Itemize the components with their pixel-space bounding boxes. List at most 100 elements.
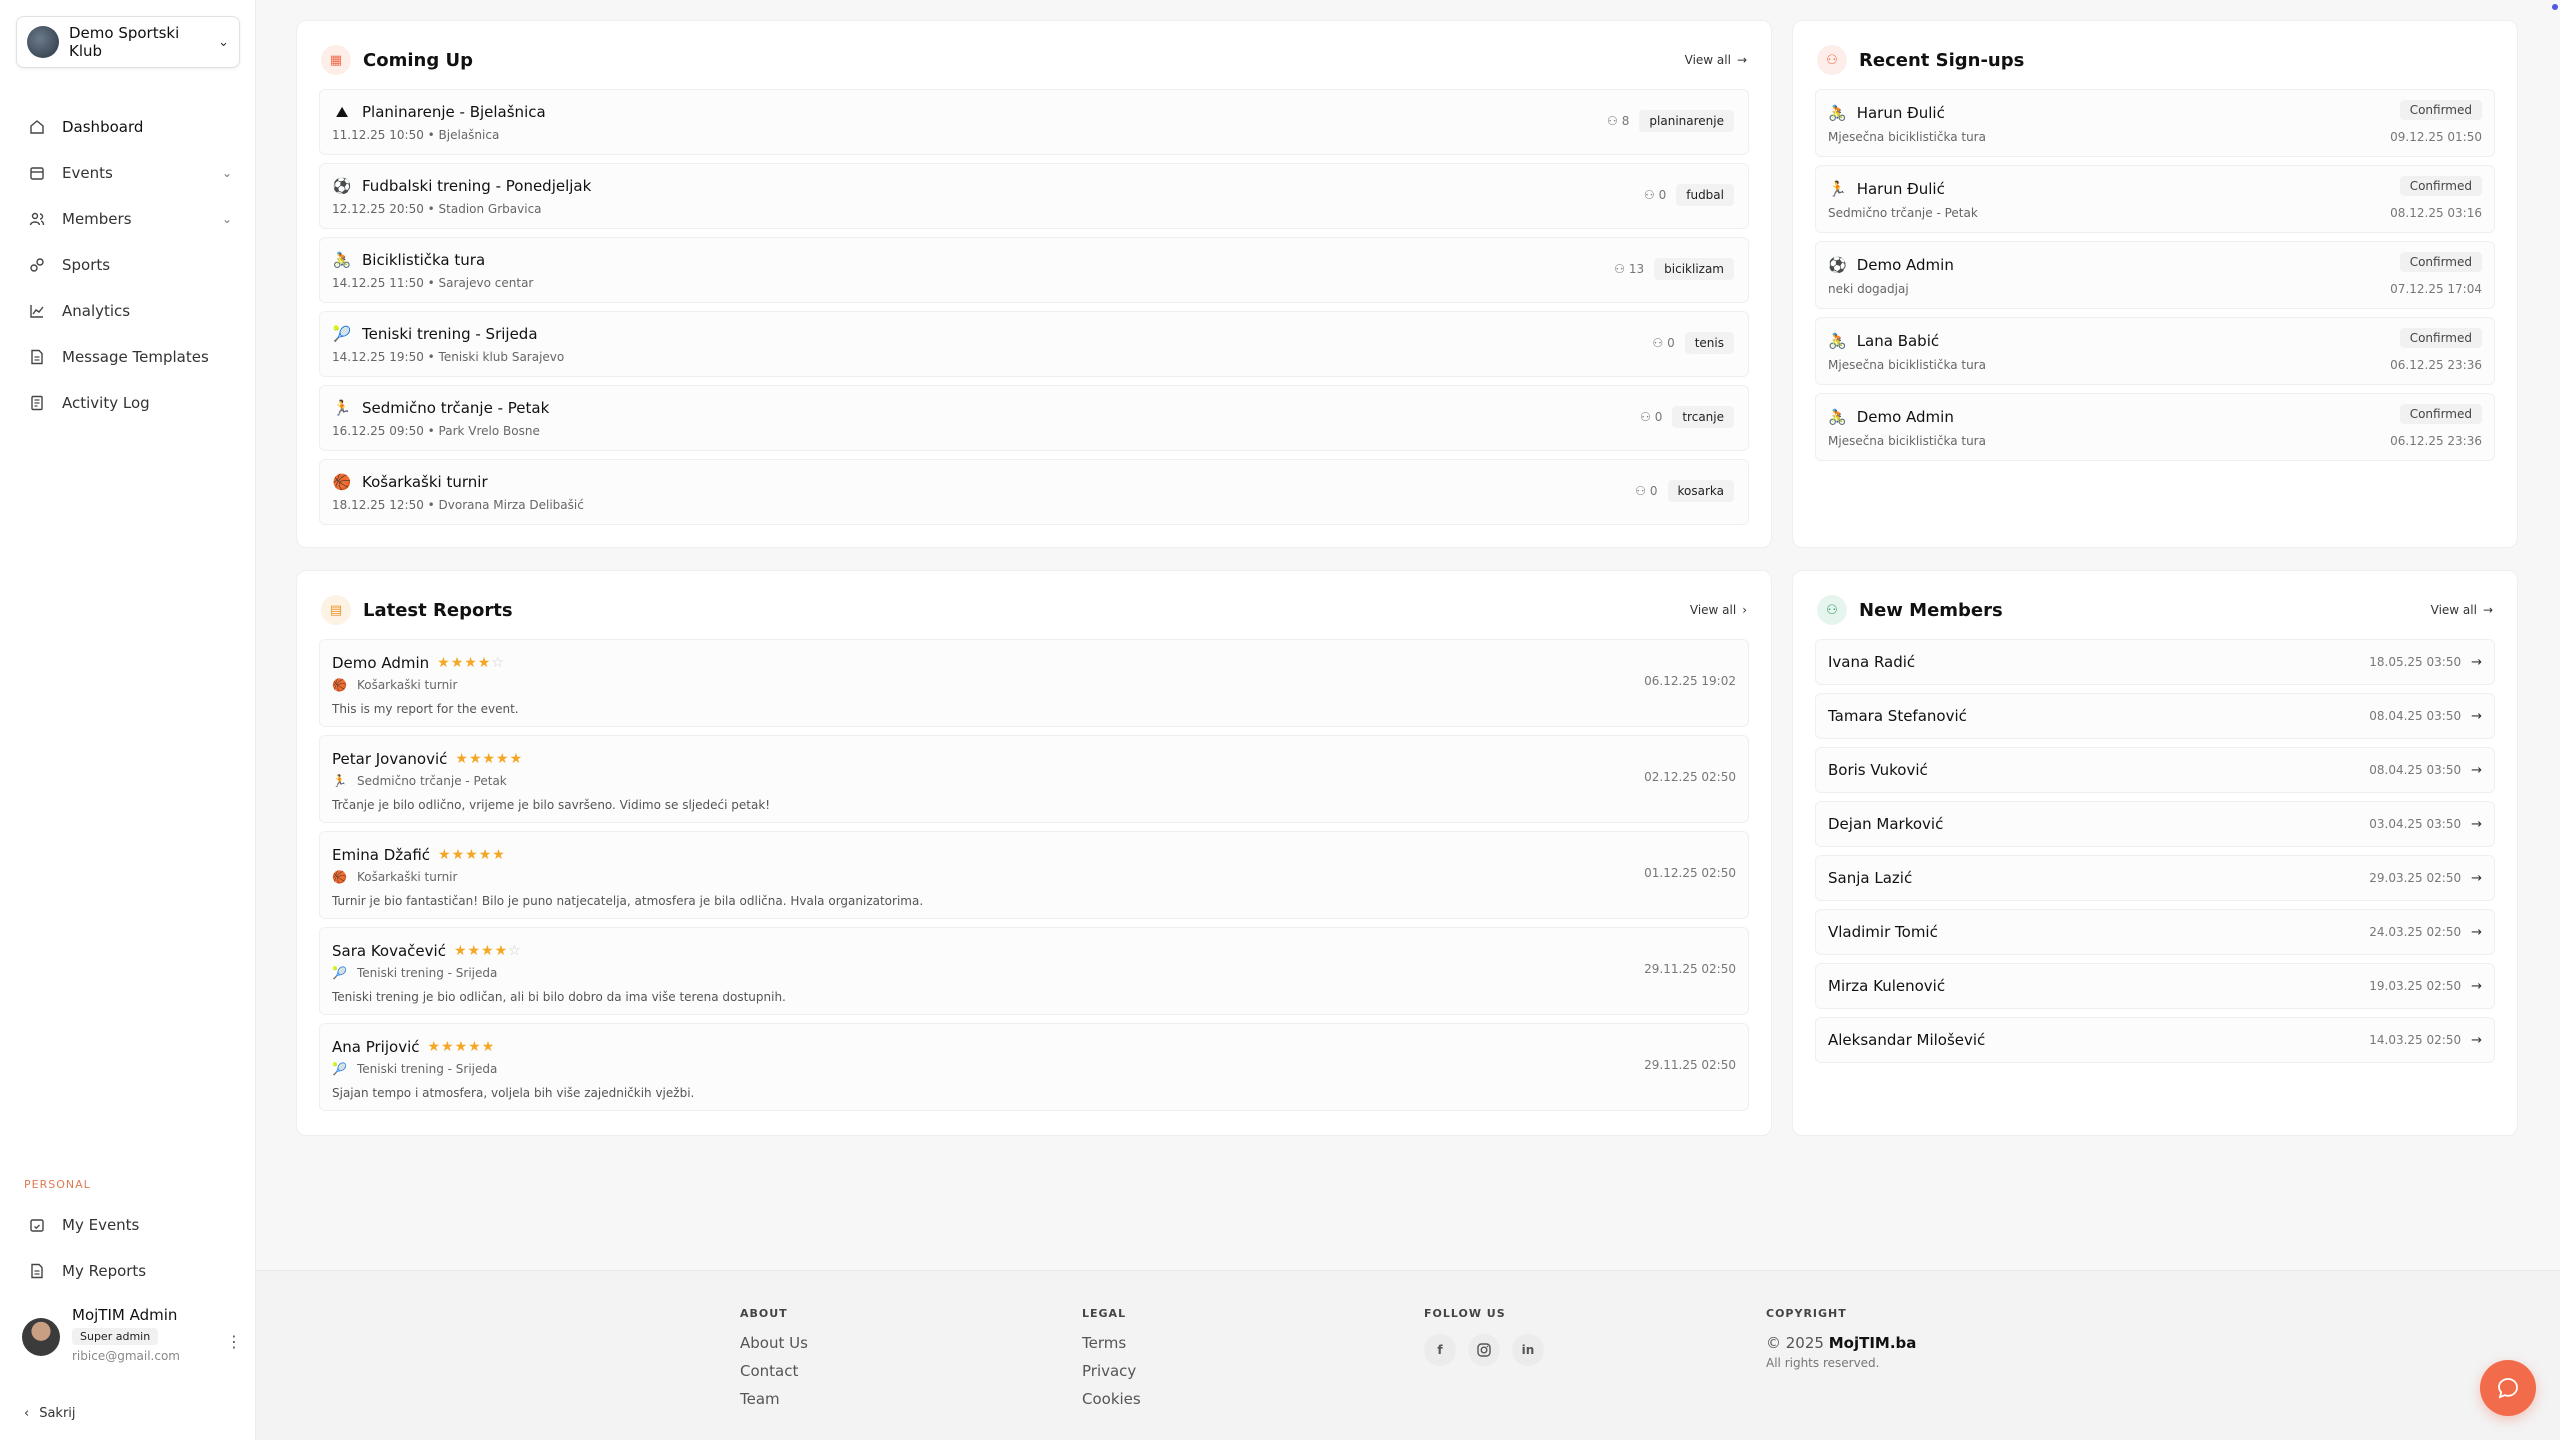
view-all-link[interactable]: View all →: [2431, 603, 2493, 617]
chevron-down-icon[interactable]: ⌄: [222, 212, 240, 226]
main-nav: Dashboard Events ⌄ Members ⌄ Sports Anal…: [16, 104, 240, 426]
view-all-link[interactable]: View all →: [1685, 53, 1747, 67]
member-name: Vladimir Tomić: [1828, 923, 1938, 941]
chat-bubble-icon: [2498, 1378, 2518, 1399]
arrow-right-icon: →: [2471, 978, 2482, 994]
member-row[interactable]: Tamara Stefanović 08.04.25 03:50 →: [1815, 693, 2495, 739]
collapse-label: Sakrij: [39, 1406, 76, 1421]
facebook-icon[interactable]: f: [1424, 1334, 1456, 1366]
document-icon: [28, 1262, 46, 1280]
signup-date: 07.12.25 17:04: [2390, 282, 2482, 296]
footer-about: ABOUT About Us Contact Team: [740, 1307, 808, 1418]
report-text: Turnir je bio fantastičan! Bilo je puno …: [332, 894, 924, 908]
signup-row[interactable]: ⚽ Demo Admin neki dogadjaj Confirmed 07.1…: [1815, 241, 2495, 309]
sidebar-item-message-templates[interactable]: Message Templates: [16, 334, 240, 380]
member-row[interactable]: Sanja Lazić 29.03.25 02:50 →: [1815, 855, 2495, 901]
footer-link-cookies[interactable]: Cookies: [1082, 1390, 1141, 1408]
instagram-icon[interactable]: [1468, 1334, 1500, 1366]
sidebar-item-analytics[interactable]: Analytics: [16, 288, 240, 334]
report-event-group: 🏀 Košarkaški turnir: [332, 678, 457, 692]
event-row[interactable]: ⛰ Planinarenje - Bjelašnica 11.12.25 10:5…: [319, 89, 1749, 155]
users-icon: ⚇: [1643, 188, 1655, 202]
tennis-ball-icon: 🎾: [332, 966, 347, 980]
signup-row[interactable]: 🏃 Harun Đulić Sedmično trčanje - Petak Co…: [1815, 165, 2495, 233]
member-row[interactable]: Mirza Kulenović 19.03.25 02:50 →: [1815, 963, 2495, 1009]
signup-row[interactable]: 🚴 Lana Babić Mjesečna biciklistička tura …: [1815, 317, 2495, 385]
participants-count: ⚇ 13: [1614, 262, 1644, 276]
footer-link-contact[interactable]: Contact: [740, 1362, 808, 1380]
chevron-down-icon[interactable]: ⌄: [222, 166, 240, 180]
status-badge: Confirmed: [2399, 328, 2482, 348]
basketball-icon: 🏀: [332, 678, 347, 692]
sport-tag: biciklizam: [1654, 258, 1734, 280]
member-date: 29.03.25 02:50: [2369, 871, 2462, 885]
event-row[interactable]: 🚴 Biciklistička tura 14.12.25 11:50 • Sar…: [319, 237, 1749, 303]
signup-date: 06.12.25 23:36: [2390, 358, 2482, 372]
card-title: Latest Reports: [363, 599, 513, 621]
chevron-left-icon: ‹: [24, 1406, 30, 1421]
report-row[interactable]: Petar Jovanović ★★★★★ 🏃 Sedmično trčanje -…: [319, 735, 1749, 823]
sidebar-item-dashboard[interactable]: Dashboard: [16, 104, 240, 150]
signup-name-group: 🚴 Demo Admin: [1828, 408, 1954, 426]
signup-name-group: 🚴 Harun Đulić: [1828, 104, 1945, 122]
sidebar: Demo Sportski Klub ⌄ Dashboard Events ⌄ …: [0, 0, 256, 1440]
sidebar-item-label: Activity Log: [62, 394, 150, 412]
tennis-ball-icon: 🎾: [332, 325, 352, 343]
report-author: Demo Admin: [332, 654, 430, 672]
chat-button[interactable]: [2480, 1360, 2536, 1416]
member-row[interactable]: Vladimir Tomić 24.03.25 02:50 →: [1815, 909, 2495, 955]
collapse-sidebar-button[interactable]: ‹ Sakrij: [24, 1406, 76, 1421]
footer-link-privacy[interactable]: Privacy: [1082, 1362, 1141, 1380]
sidebar-item-activity-log[interactable]: Activity Log: [16, 380, 240, 426]
signup-row[interactable]: 🚴 Demo Admin Mjesečna biciklistička tura …: [1815, 393, 2495, 461]
sidebar-item-my-reports[interactable]: My Reports: [16, 1248, 240, 1294]
report-author: Ana Prijović: [332, 1038, 420, 1056]
card-header: ▦ Coming Up View all →: [321, 45, 1747, 75]
report-text: Teniski trening je bio odličan, ali bi b…: [332, 990, 786, 1004]
report-date: 01.12.25 02:50: [1644, 866, 1736, 880]
member-row[interactable]: Boris Vuković 08.04.25 03:50 →: [1815, 747, 2495, 793]
sidebar-item-my-events[interactable]: My Events: [16, 1202, 240, 1248]
report-row[interactable]: Sara Kovačević ★★★★☆ 🎾 Teniski trening - S…: [319, 927, 1749, 1015]
soccer-ball-icon: ⚽: [332, 177, 352, 195]
footer-heading: ABOUT: [740, 1307, 788, 1320]
club-selector[interactable]: Demo Sportski Klub ⌄: [16, 16, 240, 68]
linkedin-icon[interactable]: in: [1512, 1334, 1544, 1366]
event-row[interactable]: 🏀 Košarkaški turnir 18.12.25 12:50 • Dvor…: [319, 459, 1749, 525]
count-value: 13: [1628, 262, 1645, 276]
sidebar-item-sports[interactable]: Sports: [16, 242, 240, 288]
event-row[interactable]: 🎾 Teniski trening - Srijeda 14.12.25 19:5…: [319, 311, 1749, 377]
report-row[interactable]: Emina Džafić ★★★★★ 🏀 Košarkaški turnir Tur…: [319, 831, 1749, 919]
sidebar-item-events[interactable]: Events ⌄: [16, 150, 240, 196]
member-row[interactable]: Dejan Marković 03.04.25 03:50 →: [1815, 801, 2495, 847]
view-all-label: View all: [1689, 603, 1737, 617]
star-rating: ★★★★☆: [454, 943, 522, 959]
users-icon: ⚇: [1635, 484, 1646, 498]
member-row[interactable]: Ivana Radić 18.05.25 03:50 →: [1815, 639, 2495, 685]
event-row[interactable]: 🏃 Sedmično trčanje - Petak 16.12.25 09:50…: [319, 385, 1749, 451]
event-list: ⛰ Planinarenje - Bjelašnica 11.12.25 10:5…: [319, 89, 1749, 533]
event-meta: 18.12.25 12:50 • Dvorana Mirza Delibašić: [332, 498, 584, 512]
report-date: 06.12.25 19:02: [1644, 674, 1736, 688]
sidebar-item-members[interactable]: Members ⌄: [16, 196, 240, 242]
report-list: Demo Admin ★★★★☆ 🏀 Košarkaški turnir This …: [319, 639, 1749, 1119]
report-row[interactable]: Demo Admin ★★★★☆ 🏀 Košarkaški turnir This …: [319, 639, 1749, 727]
signup-date: 09.12.25 01:50: [2390, 130, 2482, 144]
footer-link-team[interactable]: Team: [740, 1390, 808, 1408]
event-row[interactable]: ⚽ Fudbalski trening - Ponedjeljak 12.12.2…: [319, 163, 1749, 229]
footer-link-about-us[interactable]: About Us: [740, 1334, 808, 1352]
more-vertical-icon[interactable]: ⋮: [226, 1332, 242, 1351]
report-row[interactable]: Ana Prijović ★★★★★ 🎾 Teniski trening - Sri…: [319, 1023, 1749, 1111]
footer: ABOUT About Us Contact Team LEGAL Terms …: [256, 1270, 2560, 1440]
footer-link-terms[interactable]: Terms: [1082, 1334, 1141, 1352]
users-icon: ⚇: [1817, 595, 1847, 625]
member-row[interactable]: Aleksandar Milošević 14.03.25 02:50 →: [1815, 1017, 2495, 1063]
member-name: Aleksandar Milošević: [1828, 1031, 1986, 1049]
sidebar-item-label: My Reports: [62, 1262, 147, 1280]
signup-row[interactable]: 🚴 Harun Đulić Mjesečna biciklistička tura…: [1815, 89, 2495, 157]
arrow-right-icon: →: [2471, 870, 2482, 886]
report-text: Sjajan tempo i atmosfera, voljela bih vi…: [332, 1086, 695, 1100]
view-all-link[interactable]: View all ›: [1690, 603, 1747, 617]
chevron-down-icon: ⌄: [218, 34, 229, 50]
avatar: [22, 1318, 60, 1356]
